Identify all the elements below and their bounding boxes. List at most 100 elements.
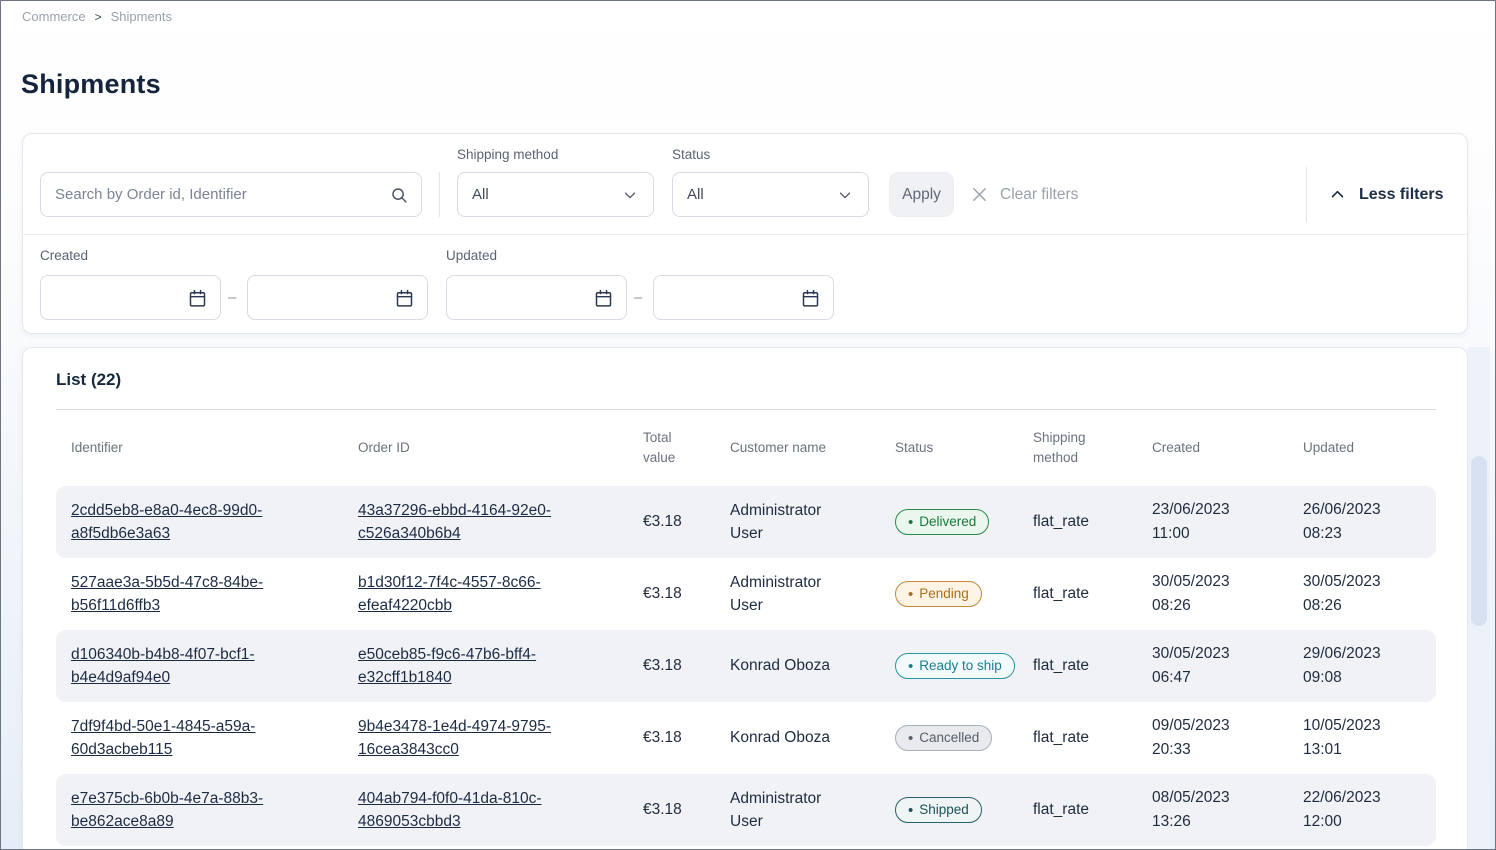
- identifier-link[interactable]: 2cdd5eb8-e8a0-4ec8-99d0-a8f5db6e3a63: [71, 502, 262, 542]
- status-label: Shipped: [919, 800, 969, 820]
- status-select[interactable]: All: [672, 172, 869, 217]
- clear-filters-label: Clear filters: [1000, 186, 1078, 204]
- shipping-method-select-value: All: [472, 186, 489, 203]
- updated-filter-label: Updated: [446, 248, 497, 263]
- column-header-created: Created: [1137, 410, 1288, 486]
- search-input[interactable]: [41, 173, 421, 216]
- column-header-updated: Updated: [1288, 410, 1436, 486]
- shipments-page: Commerce > Shipments Shipments Shipping …: [0, 0, 1496, 850]
- total-value: €3.18: [643, 729, 682, 746]
- status-badge: Pending: [895, 581, 982, 607]
- table-header-row: Identifier Order ID Total value Customer…: [56, 410, 1436, 486]
- filter-divider: [1306, 167, 1307, 222]
- column-header-identifier: Identifier: [56, 410, 343, 486]
- status-select-value: All: [687, 186, 704, 203]
- column-header-shipping-method: Shipping method: [1018, 410, 1137, 486]
- shipping-method: flat_rate: [1033, 585, 1089, 602]
- table-row: 527aae3a-5b5d-47c8-84be-b56f11d6ffb3 b1d…: [56, 558, 1436, 630]
- updated-date: 26/06/2023: [1303, 498, 1426, 522]
- updated-time: 13:01: [1303, 738, 1426, 762]
- created-date: 30/05/2023: [1152, 642, 1278, 666]
- order-id-link[interactable]: e50ceb85-f9c6-47b6-bff4-e32cff1b1840: [358, 646, 536, 686]
- customer-name: Konrad Oboza: [730, 729, 830, 746]
- filter-divider: [439, 172, 440, 217]
- column-header-total-value: Total value: [628, 410, 715, 486]
- less-filters-toggle[interactable]: Less filters: [1329, 172, 1443, 217]
- created-date: 08/05/2023: [1152, 786, 1278, 810]
- less-filters-label: Less filters: [1359, 186, 1443, 204]
- calendar-icon: [394, 287, 415, 308]
- table-row: 2cdd5eb8-e8a0-4ec8-99d0-a8f5db6e3a63 43a…: [56, 486, 1436, 558]
- status-label: Pending: [919, 584, 969, 604]
- shipping-method: flat_rate: [1033, 729, 1089, 746]
- order-id-link[interactable]: 9b4e3478-1e4d-4974-9795-16cea3843cc0: [358, 718, 551, 758]
- shipments-table: Identifier Order ID Total value Customer…: [56, 410, 1436, 846]
- column-header-status: Status: [880, 410, 1018, 486]
- created-to-field: [247, 275, 428, 320]
- updated-date: 10/05/2023: [1303, 714, 1426, 738]
- table-row: e7e375cb-6b0b-4e7a-88b3-be862ace8a89 404…: [56, 774, 1436, 846]
- created-time: 13:26: [1152, 810, 1278, 834]
- chevron-down-icon: [621, 186, 639, 204]
- identifier-link[interactable]: e7e375cb-6b0b-4e7a-88b3-be862ace8a89: [71, 790, 263, 830]
- status-badge: Cancelled: [895, 725, 992, 751]
- customer-name: Administrator User: [730, 790, 821, 830]
- created-from-field: [40, 275, 221, 320]
- order-id-link[interactable]: b1d30f12-7f4c-4557-8c66-efeaf4220cbb: [358, 574, 541, 614]
- breadcrumb: Commerce > Shipments: [22, 9, 172, 24]
- shipping-method: flat_rate: [1033, 657, 1089, 674]
- identifier-link[interactable]: 527aae3a-5b5d-47c8-84be-b56f11d6ffb3: [71, 574, 263, 614]
- scrollbar-thumb[interactable]: [1471, 456, 1487, 626]
- created-date: 09/05/2023: [1152, 714, 1278, 738]
- calendar-icon: [593, 287, 614, 308]
- created-time: 08:26: [1152, 594, 1278, 618]
- chevron-up-icon: [1329, 186, 1346, 203]
- customer-name: Administrator User: [730, 502, 821, 542]
- identifier-link[interactable]: 7df9f4bd-50e1-4845-a59a-60d3acbeb115: [71, 718, 255, 758]
- status-label: Delivered: [919, 512, 976, 532]
- status-label: Ready to ship: [919, 656, 1002, 676]
- customer-name: Konrad Oboza: [730, 657, 830, 674]
- shipments-list-panel: List (22) Identifier Order ID Total valu…: [22, 347, 1468, 850]
- identifier-link[interactable]: d106340b-b4b8-4f07-bcf1-b4e4d9af94e0: [71, 646, 255, 686]
- updated-date: 22/06/2023: [1303, 786, 1426, 810]
- apply-button[interactable]: Apply: [889, 172, 954, 217]
- updated-date: 30/05/2023: [1303, 570, 1426, 594]
- created-time: 06:47: [1152, 666, 1278, 690]
- updated-time: 12:00: [1303, 810, 1426, 834]
- filters-panel: Shipping method All Status All Apply: [22, 133, 1468, 334]
- updated-time: 09:08: [1303, 666, 1426, 690]
- status-badge: Ready to ship: [895, 653, 1015, 679]
- shipping-method: flat_rate: [1033, 801, 1089, 818]
- table-row: 7df9f4bd-50e1-4845-a59a-60d3acbeb115 9b4…: [56, 702, 1436, 774]
- page-title: Shipments: [21, 69, 161, 100]
- total-value: €3.18: [643, 513, 682, 530]
- order-id-link[interactable]: 404ab794-f0f0-41da-810c-4869053cbbd3: [358, 790, 542, 830]
- calendar-icon: [187, 287, 208, 308]
- total-value: €3.18: [643, 657, 682, 674]
- table-row: d106340b-b4b8-4f07-bcf1-b4e4d9af94e0 e50…: [56, 630, 1436, 702]
- shipping-method-select[interactable]: All: [457, 172, 654, 217]
- column-header-customer-name: Customer name: [715, 410, 880, 486]
- breadcrumb-item-commerce[interactable]: Commerce: [22, 9, 86, 24]
- status-badge: Delivered: [895, 509, 989, 535]
- search-icon: [389, 185, 409, 205]
- status-badge: Shipped: [895, 797, 982, 823]
- filter-row-divider: [23, 234, 1467, 235]
- updated-time: 08:26: [1303, 594, 1426, 618]
- order-id-link[interactable]: 43a37296-ebbd-4164-92e0-c526a340b6b4: [358, 502, 551, 542]
- list-title: List (22): [56, 370, 121, 390]
- clear-filters-button[interactable]: Clear filters: [970, 172, 1078, 217]
- customer-name: Administrator User: [730, 574, 821, 614]
- updated-from-field: [446, 275, 627, 320]
- chevron-down-icon: [836, 186, 854, 204]
- created-time: 20:33: [1152, 738, 1278, 762]
- created-date: 23/06/2023: [1152, 498, 1278, 522]
- breadcrumb-separator: >: [95, 10, 102, 24]
- updated-to-field: [653, 275, 834, 320]
- range-separator: –: [634, 275, 642, 320]
- created-filter-label: Created: [40, 248, 88, 263]
- breadcrumb-item-shipments[interactable]: Shipments: [111, 9, 172, 24]
- status-filter-label: Status: [672, 147, 710, 162]
- updated-date: 29/06/2023: [1303, 642, 1426, 666]
